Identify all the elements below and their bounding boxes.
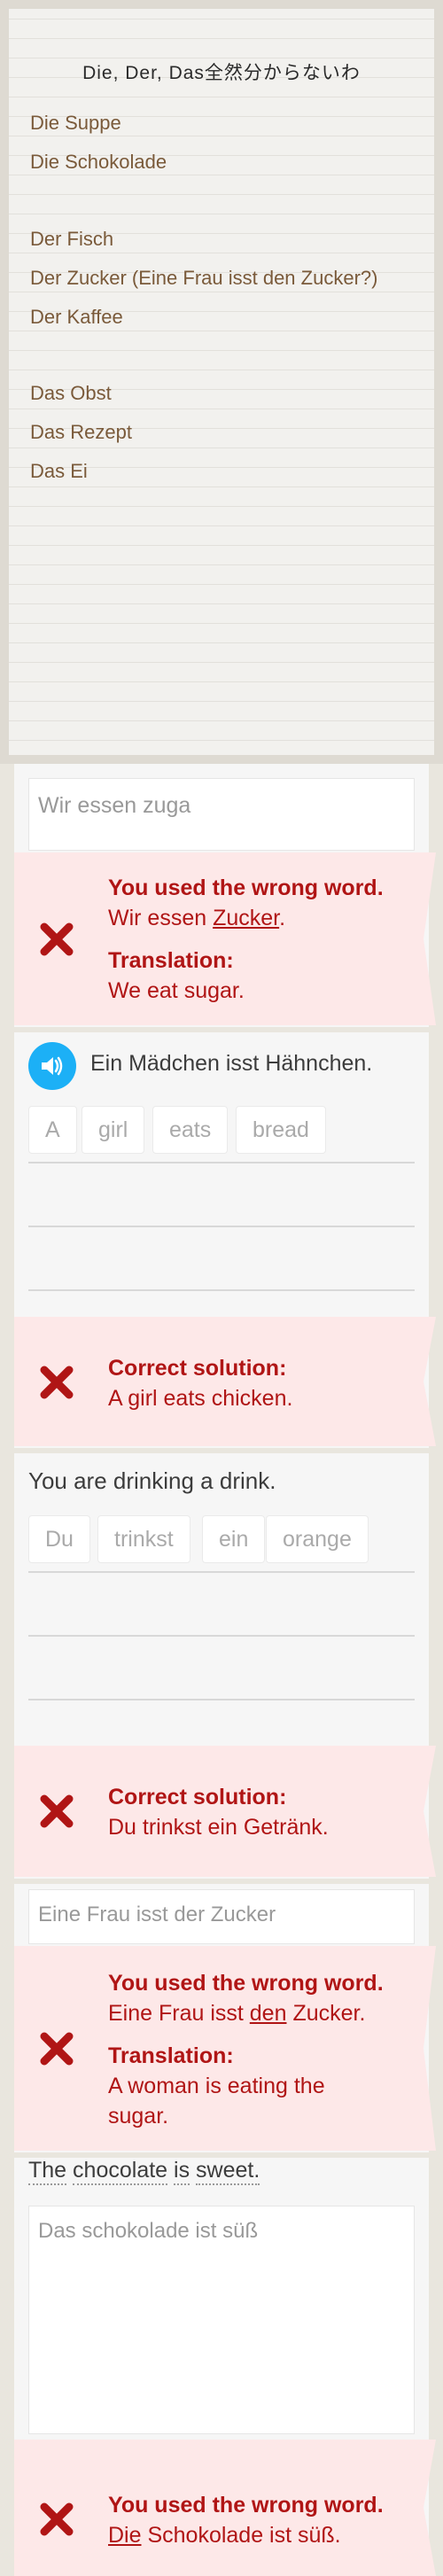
answer-line <box>28 1162 415 1163</box>
feedback-tab <box>418 1317 436 1446</box>
translation-text: sugar. <box>108 2104 169 2129</box>
prompt-sentence: You are drinking a drink. <box>28 1467 276 1494</box>
feedback-heading: You used the wrong word. <box>108 1971 384 1996</box>
note-line: Das Rezept <box>30 421 132 443</box>
feedback-tab <box>418 2440 436 2576</box>
feedback-panel: You used the wrong word. Eine Frau isst … <box>14 1946 436 2151</box>
word-chip[interactable]: girl <box>82 1106 145 1154</box>
answer-line <box>28 1289 415 1291</box>
prompt-sentence: Ein Mädchen isst Hähnchen. <box>90 1051 373 1076</box>
prompt-word[interactable]: chocolate <box>73 2158 168 2185</box>
answer-line <box>28 1635 415 1637</box>
feedback-heading: Correct solution: <box>108 1785 287 1809</box>
feedback-panel: Correct solution: A girl eats chicken. <box>14 1317 436 1446</box>
exercise-card: Ein Mädchen isst Hähnchen. A girl eats b… <box>14 1032 436 1448</box>
answer-line <box>28 1226 415 1227</box>
answer-input[interactable]: Wir essen zuga <box>28 778 415 851</box>
prompt-sentence: The chocolate is sweet. <box>28 2158 260 2185</box>
note-line: Die Schokolade <box>30 151 167 173</box>
correct-solution: Du trinkst ein Getränk. <box>108 1815 329 1840</box>
translation-text: We eat sugar. <box>108 978 245 1003</box>
exercise-card: The chocolate is sweet. Das schokolade i… <box>14 2158 436 2576</box>
x-icon <box>40 1794 74 1828</box>
word-chip[interactable]: Du <box>28 1515 90 1563</box>
word-chip[interactable]: orange <box>266 1515 369 1563</box>
word-chip[interactable]: eats <box>152 1106 229 1154</box>
exercise-card: Eine Frau isst der Zucker You used the w… <box>14 1884 436 2152</box>
exercise-card: You are drinking a drink. Du trinkst ein… <box>14 1453 436 1879</box>
note-line: Der Zucker (Eine Frau isst den Zucker?) <box>30 267 378 289</box>
correct-answer: Die Schokolade ist süß. <box>108 2523 341 2548</box>
answer-line <box>28 1571 415 1573</box>
feedback-tab <box>418 1946 436 2151</box>
translation-text: A woman is eating the <box>108 2074 325 2098</box>
note-line: Das Ei <box>30 460 88 482</box>
corrected-word: den <box>249 2001 287 2026</box>
x-icon <box>40 922 74 956</box>
x-icon <box>40 2502 74 2536</box>
answer-textarea[interactable]: Das schokolade ist süß <box>28 2206 415 2434</box>
correct-answer: Eine Frau isst den Zucker. <box>108 2001 366 2026</box>
correct-solution: A girl eats chicken. <box>108 1386 293 1411</box>
answer-input[interactable]: Eine Frau isst der Zucker <box>28 1889 415 1944</box>
feedback-heading: You used the wrong word. <box>108 2493 384 2518</box>
word-chip[interactable]: ein <box>202 1515 266 1563</box>
correct-answer: Wir essen Zucker. <box>108 906 286 930</box>
answer-line <box>28 1699 415 1700</box>
x-icon <box>40 2032 74 2066</box>
corrected-word: Die <box>108 2523 142 2548</box>
feedback-heading: Correct solution: <box>108 1356 287 1381</box>
prompt-word[interactable]: The <box>28 2158 67 2185</box>
note-line: Die Suppe <box>30 112 121 134</box>
note-line: Der Fisch <box>30 228 114 250</box>
feedback-panel: You used the wrong word. Die Schokolade … <box>14 2440 436 2576</box>
corrected-word: Zucker <box>213 906 280 930</box>
speaker-icon <box>42 1056 63 1076</box>
notebook-note: Die, Der, Das全然分からないわ Die Suppe Die Scho… <box>0 0 443 764</box>
speaker-button[interactable] <box>28 1042 76 1090</box>
prompt-word[interactable]: sweet. <box>196 2158 260 2185</box>
translation-label: Translation: <box>108 948 234 973</box>
feedback-heading: You used the wrong word. <box>108 876 384 900</box>
x-icon <box>40 1366 74 1399</box>
word-chip[interactable]: A <box>28 1106 77 1154</box>
prompt-word[interactable]: is <box>174 2158 190 2185</box>
feedback-tab <box>418 1746 436 1877</box>
word-chip[interactable]: bread <box>236 1106 326 1154</box>
feedback-tab <box>418 852 436 1025</box>
exercise-card: Wir essen zuga You used the wrong word. … <box>14 764 436 1027</box>
word-chip[interactable]: trinkst <box>97 1515 190 1563</box>
feedback-panel: Correct solution: Du trinkst ein Getränk… <box>14 1746 436 1877</box>
feedback-panel: You used the wrong word. Wir essen Zucke… <box>14 852 436 1025</box>
note-line: Der Kaffee <box>30 306 123 328</box>
translation-label: Translation: <box>108 2043 234 2068</box>
note-title: Die, Der, Das全然分からないわ <box>82 63 361 83</box>
note-line: Das Obst <box>30 382 112 404</box>
